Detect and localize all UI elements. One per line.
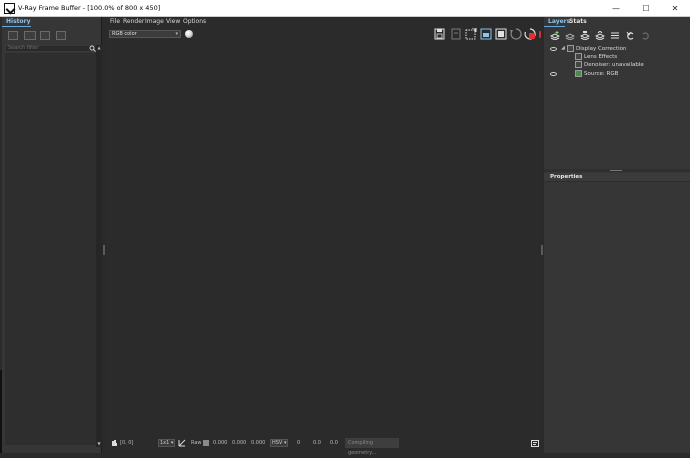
maximize-button[interactable]: ☐ — [631, 0, 661, 17]
compare-ab-icon[interactable] — [40, 31, 50, 40]
chevron-down-icon: ▾ — [175, 31, 178, 37]
raw-red-value: 0.000 — [213, 440, 228, 446]
lens-effects-icon — [575, 53, 582, 60]
menu-image[interactable]: Image — [145, 18, 164, 25]
splitter-grip[interactable] — [610, 170, 622, 171]
load-layers-icon[interactable] — [594, 30, 606, 41]
load-history-icon[interactable] — [24, 31, 36, 40]
load-image-icon[interactable] — [450, 28, 462, 40]
vray-app-icon — [4, 3, 15, 14]
history-toolbar — [2, 29, 102, 45]
menu-render[interactable]: Render — [123, 18, 144, 25]
properties-header: Properties — [544, 173, 690, 182]
color-sphere-icon[interactable] — [185, 30, 193, 38]
progress-text: Compiling geometry... — [348, 440, 377, 456]
menu-file[interactable]: File — [110, 18, 120, 25]
layer-list-icon[interactable] — [610, 31, 620, 40]
tab-underline — [544, 26, 565, 27]
collapse-arrow-icon[interactable]: ◢ — [561, 45, 565, 51]
region-render-icon[interactable] — [465, 27, 477, 40]
create-layer-icon[interactable] — [549, 31, 561, 41]
properties-splitter[interactable] — [544, 169, 690, 172]
save-layers-icon[interactable] — [579, 31, 591, 41]
menu-options[interactable]: Options — [183, 18, 206, 25]
layers-toolbar — [544, 28, 690, 44]
tab-underline — [2, 26, 31, 27]
follow-mouse-icon[interactable] — [111, 439, 118, 447]
remove-history-icon[interactable] — [56, 31, 66, 40]
layer-row-lens-effects[interactable]: Lens Effects — [547, 53, 687, 61]
menu-bar: File Render Image View Options — [106, 17, 541, 27]
channel-value: RGB color — [112, 31, 137, 37]
color-mode-value: HSV — [272, 440, 283, 446]
close-button[interactable]: ✕ — [660, 0, 690, 17]
display-correction-icon — [567, 45, 574, 52]
zoom-mode-select[interactable]: 1x1 ▾ — [158, 439, 176, 447]
pixel-coords: [0, 0] — [120, 440, 134, 446]
properties-title: Properties — [550, 174, 583, 180]
layer-label: Denoiser: unavailable — [584, 62, 644, 68]
layer-row-display-correction[interactable]: ◢ Display Correction — [547, 45, 687, 53]
render-last-icon[interactable] — [495, 28, 507, 40]
channel-dropdown[interactable]: RGB color ▾ — [109, 30, 181, 38]
save-image-icon[interactable] — [434, 28, 446, 40]
properties-body — [544, 183, 690, 453]
render-interactive-icon[interactable] — [510, 28, 522, 40]
history-panel: History Search filter ▲ ▼ — [2, 17, 102, 453]
zoom-mode-value: 1x1 — [160, 440, 170, 446]
raw-label: Raw — [191, 440, 202, 446]
window-title: V-Ray Frame Buffer - [100.0% of 800 x 45… — [18, 4, 161, 12]
layer-label: Lens Effects — [584, 54, 618, 60]
layer-tree[interactable]: ◢ Display Correction Lens Effects Denois… — [547, 44, 687, 99]
minimize-button[interactable]: — — [601, 0, 631, 17]
layer-label: Source: RGB — [584, 71, 619, 77]
layer-label: Display Correction — [576, 46, 627, 52]
value-value: 0.0 — [330, 440, 338, 446]
hue-value: 0 — [297, 440, 301, 446]
render-viewport[interactable] — [106, 43, 541, 436]
vfb-toolbar: RGB color ▾ — [106, 27, 546, 43]
eye-icon[interactable] — [550, 72, 557, 76]
menu-view[interactable]: View — [166, 18, 180, 25]
save-history-icon[interactable] — [8, 31, 18, 40]
raw-green-value: 0.000 — [232, 440, 247, 446]
redo-icon[interactable] — [640, 31, 650, 40]
tab-stats[interactable]: Stats — [569, 18, 587, 25]
undo-icon[interactable] — [626, 31, 636, 40]
splitter-grip[interactable] — [541, 245, 543, 255]
delete-layer-icon[interactable] — [564, 31, 576, 41]
color-mode-select[interactable]: HSV ▾ — [270, 439, 289, 447]
raw-blue-value: 0.000 — [251, 440, 266, 446]
tab-layers[interactable]: Layers — [548, 18, 570, 25]
render-with-stop-icon[interactable] — [524, 28, 536, 40]
window-edge — [0, 370, 2, 453]
history-list[interactable] — [5, 53, 96, 445]
status-bar: [0, 0] 1x1 ▾ Raw 0.000 0.000 0.000 HSV ▾… — [106, 436, 541, 456]
layers-panel: Layers Stats ◢ Display Correction Lens E… — [544, 17, 690, 453]
pixel-swatch — [203, 440, 209, 446]
title-bar: V-Ray Frame Buffer - [100.0% of 800 x 45… — [0, 0, 690, 17]
color-picker-icon[interactable] — [178, 439, 186, 447]
render-frame-icon[interactable] — [480, 28, 492, 40]
layer-row-denoiser[interactable]: Denoiser: unavailable — [547, 61, 687, 69]
layer-row-source[interactable]: Source: RGB — [547, 70, 687, 78]
history-search-input[interactable]: Search filter — [5, 45, 98, 52]
source-rgb-icon — [575, 70, 582, 77]
log-window-icon[interactable] — [531, 440, 539, 447]
saturation-value: 0.0 — [313, 440, 321, 446]
splitter-grip[interactable] — [103, 245, 105, 255]
tab-history[interactable]: History — [6, 18, 31, 25]
search-icon[interactable] — [89, 45, 96, 52]
denoiser-icon — [575, 61, 582, 68]
render-progress-bar: Compiling geometry... — [345, 438, 399, 456]
eye-icon[interactable] — [550, 47, 557, 51]
